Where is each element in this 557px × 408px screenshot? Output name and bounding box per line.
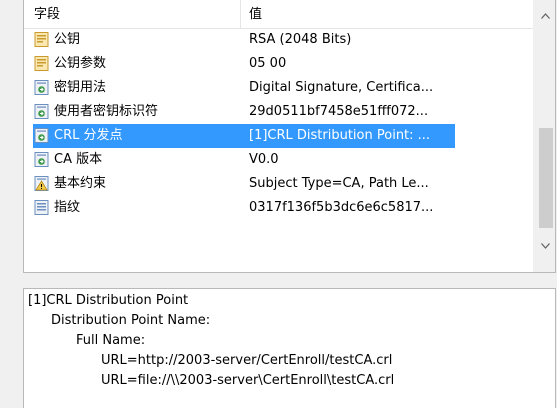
list-item[interactable]: 密钥用法 Digital Signature, Certifica... [24,76,533,100]
list-body: 字段 值 公钥 RSA (2048 Bits) 公钥参数 05 00 密钥用法 … [24,0,533,272]
critical-extension-icon [34,176,49,191]
certificate-field-icon [34,32,49,47]
field-value: 29d0511bf7458e51fff072... [249,104,429,119]
field-name: 公钥 [54,32,81,47]
field-value: RSA (2048 Bits) [249,32,352,47]
extension-icon [34,152,49,167]
property-icon [34,200,49,215]
certificate-field-icon [34,56,49,71]
detail-line: Full Name: [76,333,146,348]
certificate-fields-list[interactable]: 字段 值 公钥 RSA (2048 Bits) 公钥参数 05 00 密钥用法 … [23,0,556,273]
column-header-field[interactable]: 字段 [34,0,60,28]
list-item-selected[interactable]: CRL 分发点 [1]CRL Distribution Point: ... [24,124,533,148]
column-divider[interactable] [240,0,241,28]
list-item[interactable]: 基本约束 Subject Type=CA, Path Le... [24,172,533,196]
field-value: 05 00 [249,56,287,71]
vertical-scrollbar[interactable] [533,0,555,272]
field-value: [1]CRL Distribution Point: ... [249,128,431,143]
extension-icon [34,80,49,95]
extension-icon [34,128,49,143]
field-name: CRL 分发点 [54,128,123,143]
extension-icon [34,104,49,119]
list-item[interactable]: 指纹 0317f136f5b3dc6e6c5817... [24,196,533,220]
column-header-value[interactable]: 值 [249,0,262,28]
scroll-up-arrow-icon[interactable] [534,6,555,26]
field-name: CA 版本 [54,152,103,167]
field-name: 基本约束 [54,176,107,191]
scrollbar-thumb[interactable] [539,128,553,228]
scroll-down-arrow-icon[interactable] [534,236,555,256]
field-value: V0.0 [249,152,279,167]
field-detail-textbox[interactable]: [1]CRL Distribution Point Distribution P… [23,288,556,408]
detail-line: URL=http://2003-server/CertEnroll/testCA… [101,353,393,368]
field-name: 密钥用法 [54,80,107,95]
detail-line: Distribution Point Name: [51,313,211,328]
detail-line: [1]CRL Distribution Point [28,293,189,308]
field-value: 0317f136f5b3dc6e6c5817... [249,200,434,215]
list-item[interactable]: 公钥 RSA (2048 Bits) [24,28,533,52]
list-item[interactable]: 使用者密钥标识符 29d0511bf7458e51fff072... [24,100,533,124]
field-value: Digital Signature, Certifica... [249,80,434,95]
field-name: 公钥参数 [54,56,107,71]
list-item[interactable]: 公钥参数 05 00 [24,52,533,76]
field-value: Subject Type=CA, Path Le... [249,176,429,191]
field-name: 指纹 [54,200,81,215]
list-item[interactable]: CA 版本 V0.0 [24,148,533,172]
detail-line: URL=file://\\2003-server\CertEnroll\test… [101,373,395,388]
list-header: 字段 值 [24,0,533,29]
field-name: 使用者密钥标识符 [54,104,159,119]
